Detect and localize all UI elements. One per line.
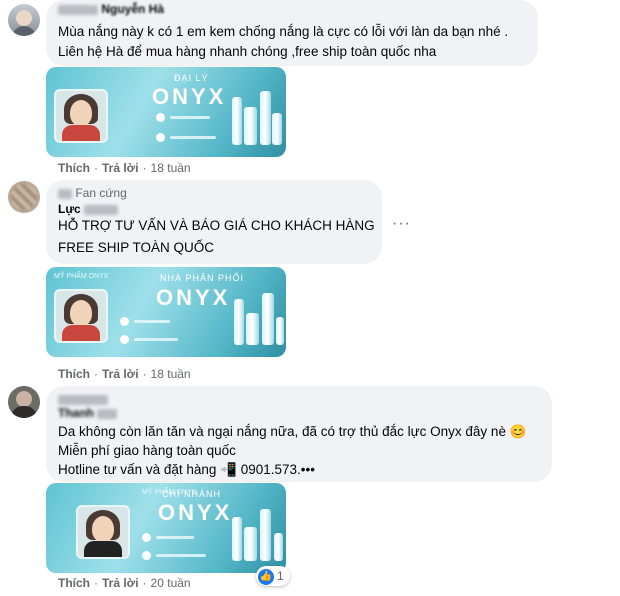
like-link[interactable]: Thích xyxy=(58,161,90,175)
avatar[interactable] xyxy=(8,4,40,36)
thumbs-up-icon: 👍 xyxy=(258,568,274,585)
comment-text-line: Miễn phí giao hàng toàn quốc xyxy=(58,443,236,458)
comment-text-line: Da không còn lăn tăn và ngại nắng nữa, đ… xyxy=(58,424,527,439)
comment-text-line: FREE SHIP TOÀN QUỐC xyxy=(58,240,215,255)
card-brand: ONYX xyxy=(156,285,231,310)
attached-image[interactable]: MỸ PHẨM ONYX NHÀ PHÂN PHỐI ONYX xyxy=(46,267,286,357)
like-link[interactable]: Thích xyxy=(58,576,90,590)
reply-link[interactable]: Trả lời xyxy=(102,161,139,175)
reply-link[interactable]: Trả lời xyxy=(102,576,139,590)
more-options-icon[interactable]: ··· xyxy=(392,215,411,233)
profile-photo xyxy=(54,289,108,343)
phone-icon xyxy=(156,133,165,142)
comment-actions: Thích · Trả lời · 18 tuần xyxy=(58,161,191,175)
card-subtitle: ĐẠI LÝ xyxy=(174,73,209,83)
comment-bubble: Nguyễn Hà Mùa nắng này k có 1 em kem chố… xyxy=(46,0,538,66)
card-subtitle: CHI NHÁNH xyxy=(162,489,222,499)
commenter-name[interactable]: Thanh xyxy=(58,406,118,420)
commenter-name[interactable]: Nguyễn Hà xyxy=(58,2,164,16)
avatar[interactable] xyxy=(8,386,40,418)
attached-image[interactable]: MỸ PHẨM ONYX CHI NHÁNH ONYX xyxy=(46,483,286,573)
card-brand: ONYX xyxy=(152,84,227,109)
timestamp[interactable]: 20 tuần xyxy=(151,576,191,590)
comment-text-line: Hotline tư vấn và đặt hàng 📲 0901.573.••… xyxy=(58,462,315,477)
comment-text-line: Liên hệ Hà để mua hàng nhanh chóng ,free… xyxy=(58,44,437,59)
fan-badge: Fan cứng xyxy=(58,186,127,200)
avatar[interactable] xyxy=(8,181,40,213)
fan-badge xyxy=(58,392,108,406)
facebook-icon xyxy=(156,113,165,122)
phone-icon xyxy=(142,551,151,560)
comment-text-line: HỖ TRỢ TƯ VẤN VÀ BÁO GIÁ CHO KHÁCH HÀNG xyxy=(58,218,375,233)
profile-photo xyxy=(76,505,130,559)
card-brand: ONYX xyxy=(158,500,233,525)
card-top-text: MỸ PHẨM ONYX xyxy=(54,273,109,280)
comment-actions: Thích · Trả lời · 20 tuần xyxy=(58,576,191,590)
attached-image[interactable]: ĐẠI LÝ ONYX xyxy=(46,67,286,157)
phone-icon xyxy=(120,335,129,344)
comment-text-line: Mùa nắng này k có 1 em kem chống nắng là… xyxy=(58,24,509,39)
facebook-icon xyxy=(120,317,129,326)
comment-bubble: Fan cứng Lực HỖ TRỢ TƯ VẤN VÀ BÁO GIÁ CH… xyxy=(46,180,382,264)
reaction-count[interactable]: 👍 1 xyxy=(256,566,290,586)
comment-bubble: Thanh Da không còn lăn tăn và ngại nắng … xyxy=(46,386,552,482)
timestamp[interactable]: 18 tuần xyxy=(151,367,191,381)
profile-photo xyxy=(54,89,108,143)
comment-actions: Thích · Trả lời · 18 tuần xyxy=(58,367,191,381)
timestamp[interactable]: 18 tuần xyxy=(151,161,191,175)
facebook-icon xyxy=(142,533,151,542)
like-link[interactable]: Thích xyxy=(58,367,90,381)
commenter-name[interactable]: Lực xyxy=(58,202,119,216)
reply-link[interactable]: Trả lời xyxy=(102,367,139,381)
card-subtitle: NHÀ PHÂN PHỐI xyxy=(160,273,245,283)
